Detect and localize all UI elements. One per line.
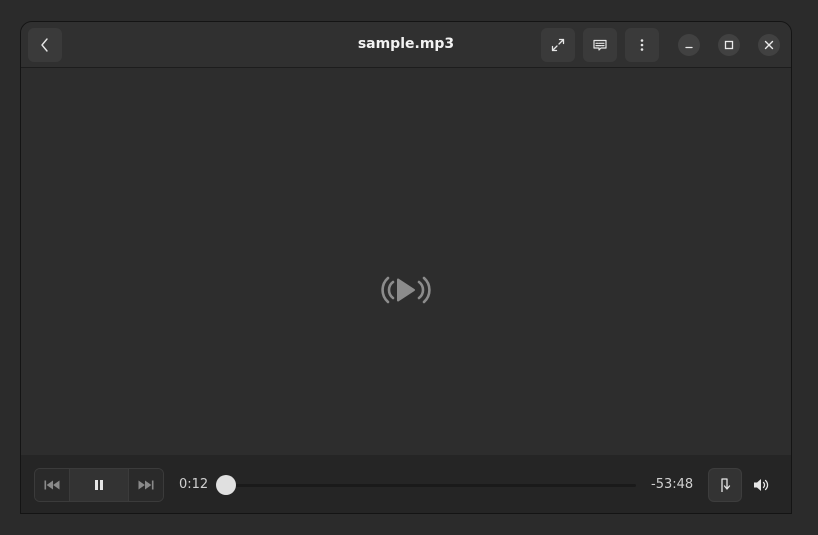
window-maximize-icon [724,40,734,50]
subtitles-icon [593,39,607,51]
media-playlist-consecutive-icon [721,478,731,492]
fullscreen-button[interactable] [541,28,575,62]
transport-controls [34,468,164,502]
view-fullscreen-icon [551,38,565,52]
audio-volume-high-icon [754,479,769,491]
volume-button[interactable] [752,476,770,494]
header-bar: sample.mp3 [21,22,791,68]
previous-button[interactable] [35,469,69,501]
seek-slider[interactable] [215,475,636,495]
close-button[interactable] [758,34,780,56]
minimize-button[interactable] [678,34,700,56]
app-window: sample.mp3 0:12 -53:48 [20,21,792,514]
seek-handle[interactable] [215,475,236,495]
media-skip-forward-icon [138,480,154,490]
window-minimize-icon [685,46,693,49]
window-title: sample.mp3 [357,36,455,52]
next-button[interactable] [129,469,163,501]
media-playback-pause-icon [95,480,103,490]
maximize-button[interactable] [718,34,740,56]
audio-playing-icon [381,276,431,304]
controls-bar: 0:12 -53:48 [21,455,791,513]
subtitles-button[interactable] [583,28,617,62]
window-close-icon [764,40,774,50]
elapsed-time: 0:12 [179,477,209,492]
video-area[interactable] [21,68,791,455]
play-pause-button[interactable] [69,469,129,501]
media-skip-backward-icon [44,480,60,490]
remaining-time: -53:48 [651,477,694,492]
view-more-icon [640,39,644,51]
repeat-button[interactable] [708,468,742,502]
main-menu-button[interactable] [625,28,659,62]
